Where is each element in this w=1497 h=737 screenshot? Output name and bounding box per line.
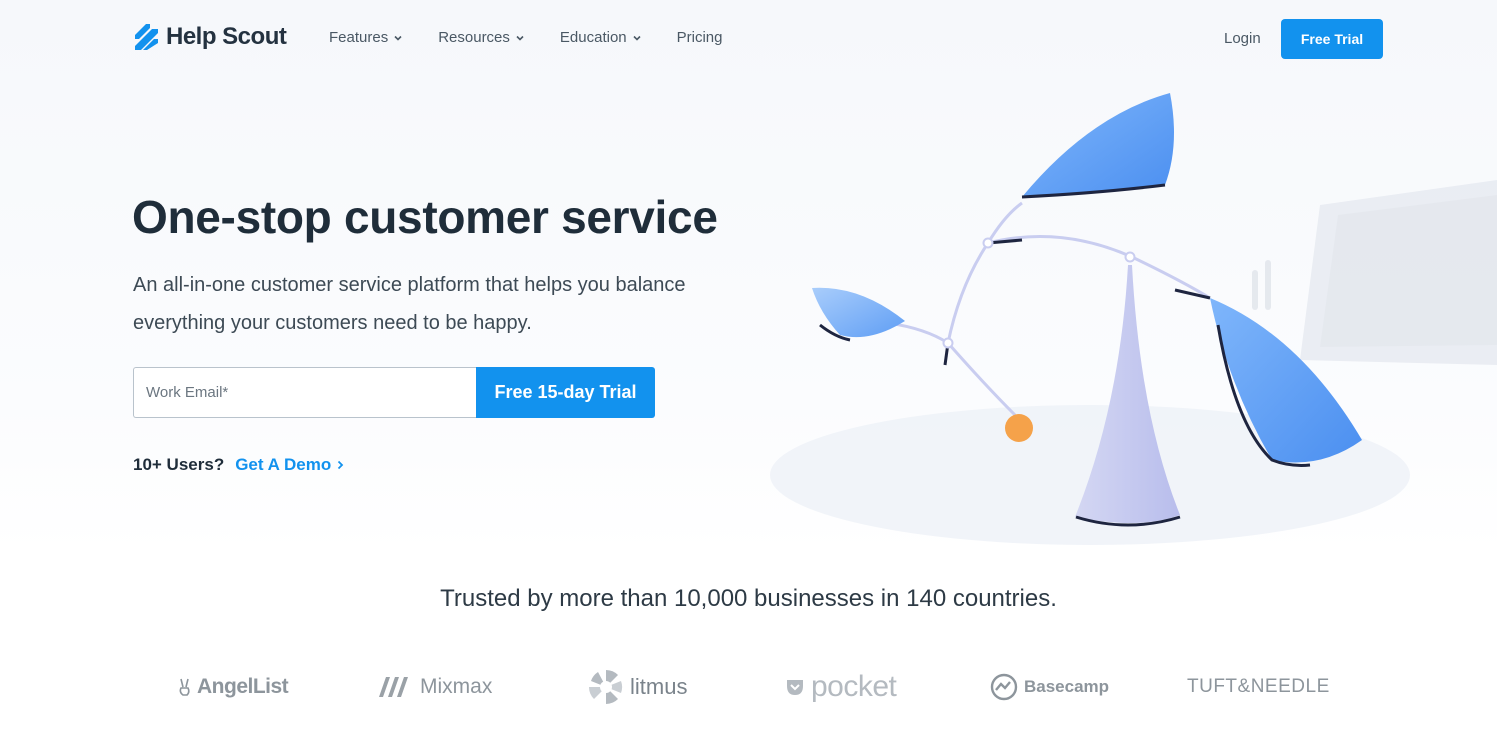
brand-label: litmus bbox=[630, 674, 688, 699]
brand-label: pocket bbox=[811, 670, 897, 703]
basecamp-icon bbox=[990, 673, 1018, 701]
demo-link-label: Get A Demo bbox=[235, 455, 332, 474]
brand-label: TUFT&NEEDLE bbox=[1187, 676, 1330, 697]
get-a-demo-link[interactable]: Get A Demo bbox=[235, 455, 344, 475]
hero-title: One-stop customer service bbox=[132, 191, 718, 243]
pocket-logo: pocket bbox=[785, 665, 897, 709]
nav-item-label: Resources bbox=[438, 29, 510, 46]
nav-item-education[interactable]: Education bbox=[560, 29, 641, 46]
nav-item-pricing[interactable]: Pricing bbox=[677, 29, 723, 46]
tuft-and-needle-logo: TUFT&NEEDLE bbox=[1187, 665, 1330, 709]
free-15-day-trial-button[interactable]: Free 15-day Trial bbox=[476, 367, 655, 418]
brand-label: Mixmax bbox=[420, 675, 493, 698]
chevron-right-icon bbox=[338, 460, 344, 470]
sculpture-leaf-top bbox=[1022, 93, 1174, 197]
free-trial-button[interactable]: Free Trial bbox=[1281, 19, 1383, 59]
help-scout-logo[interactable]: Help Scout bbox=[133, 22, 287, 52]
mixmax-m-icon bbox=[379, 677, 408, 697]
logo-text: Help Scout bbox=[166, 23, 287, 50]
brand-label: AngelList bbox=[197, 675, 289, 698]
litmus-logo: litmus bbox=[588, 665, 687, 709]
help-scout-logo-icon bbox=[135, 24, 158, 50]
pocket-icon bbox=[787, 680, 803, 695]
top-navigation: Help Scout Features Resources Education … bbox=[0, 0, 1497, 78]
nav-item-features[interactable]: Features bbox=[329, 29, 402, 46]
sculpture-wire bbox=[987, 235, 1211, 300]
nav-item-label: Pricing bbox=[676, 29, 723, 46]
sculpture-orange-ball bbox=[1005, 414, 1033, 442]
demo-question: 10+ Users? bbox=[133, 455, 225, 474]
background-monitor bbox=[1252, 180, 1497, 365]
mixmax-logo: Mixmax bbox=[378, 665, 492, 709]
nav-links: Features Resources Education Pricing bbox=[329, 29, 758, 46]
chevron-down-icon bbox=[633, 35, 641, 41]
hero-mobile-illustration bbox=[770, 93, 1497, 545]
chevron-down-icon bbox=[394, 35, 402, 41]
work-email-input[interactable] bbox=[133, 367, 476, 418]
basecamp-logo: Basecamp bbox=[990, 665, 1109, 709]
brand-label: Basecamp bbox=[1024, 677, 1110, 696]
trusted-headline: Trusted by more than 10,000 businesses i… bbox=[440, 585, 1057, 612]
nav-item-resources[interactable]: Resources bbox=[438, 29, 524, 46]
nav-item-label: Features bbox=[329, 29, 389, 46]
angellist-logo: AngelList bbox=[178, 665, 289, 709]
victory-hand-icon bbox=[179, 678, 190, 696]
customer-logos: AngelList Mixmax litmus pocket Basecamp … bbox=[0, 665, 1497, 709]
nav-item-label: Education bbox=[559, 29, 627, 46]
demo-row: 10+ Users? Get A Demo bbox=[133, 455, 344, 475]
hero-subtitle: An all-in-one customer service platform … bbox=[133, 274, 686, 334]
litmus-wheel-icon bbox=[589, 670, 623, 704]
sculpture-stand bbox=[1075, 265, 1180, 524]
chevron-down-icon bbox=[516, 35, 524, 41]
login-link[interactable]: Login bbox=[1224, 30, 1261, 47]
